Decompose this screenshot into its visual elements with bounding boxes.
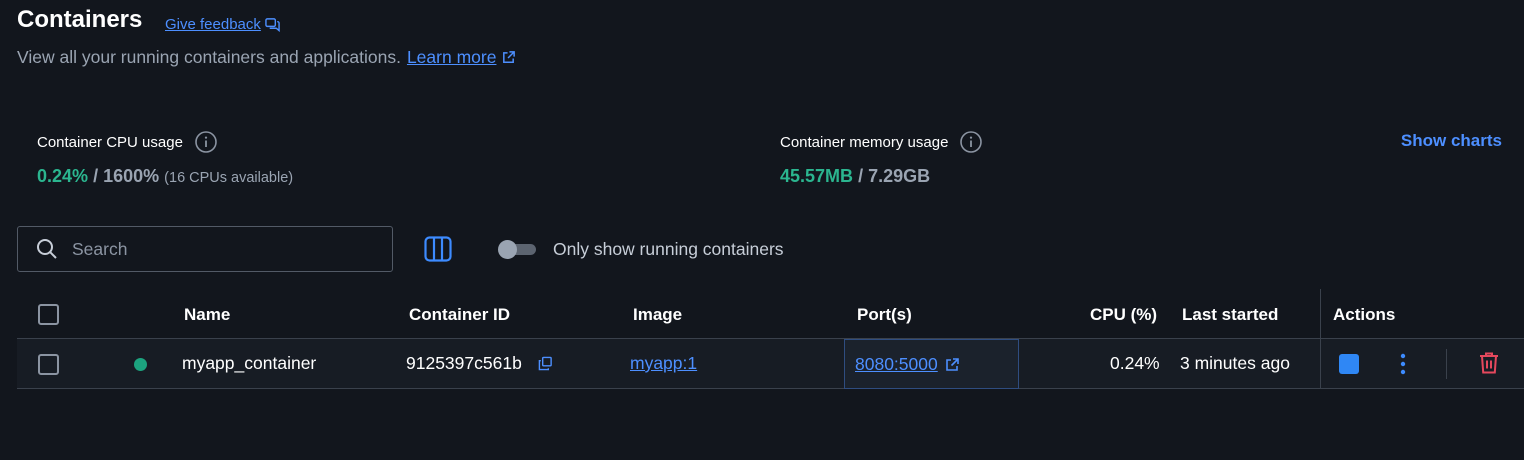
- cpu-usage-value: 0.24% / 1600% (16 CPUs available): [37, 166, 293, 187]
- column-header-last-started[interactable]: Last started: [1182, 305, 1278, 325]
- subtitle-text: View all your running containers and app…: [17, 47, 401, 67]
- info-icon[interactable]: [195, 131, 217, 153]
- external-link-icon: [945, 357, 959, 371]
- external-link-icon: [503, 51, 516, 63]
- memory-usage-value: 45.57MB / 7.29GB: [780, 166, 930, 187]
- give-feedback-link[interactable]: Give feedback: [165, 16, 280, 33]
- containers-page: Containers Give feedback View all your r…: [0, 0, 1524, 460]
- stop-button[interactable]: [1339, 354, 1359, 374]
- column-header-image[interactable]: Image: [633, 305, 682, 325]
- cpu-percent: 0.24%: [1110, 353, 1160, 373]
- actions-divider: [1446, 349, 1447, 379]
- info-icon[interactable]: [960, 131, 983, 153]
- memory-total: 7.29GB: [868, 166, 931, 186]
- port-cell: 8080:5000: [844, 339, 1019, 389]
- table-header: Name Container ID Image Port(s) CPU (%) …: [17, 289, 1524, 339]
- learn-more-label: Learn more: [406, 47, 497, 67]
- memory-usage-label: Container memory usage: [780, 131, 983, 153]
- cpu-note: (16 CPUs available): [164, 170, 294, 186]
- show-charts-button[interactable]: Show charts: [1401, 131, 1502, 151]
- row-checkbox[interactable]: [38, 354, 59, 375]
- search-icon: [37, 239, 57, 259]
- running-only-toggle[interactable]: [498, 240, 536, 259]
- memory-used: 45.57MB: [780, 166, 854, 186]
- trash-icon[interactable]: [1478, 351, 1500, 375]
- column-header-container-id[interactable]: Container ID: [409, 305, 510, 325]
- running-only-label: Only show running containers: [553, 239, 784, 259]
- cpu-total: 1600%: [103, 166, 160, 186]
- memory-usage-label-text: Container memory usage: [780, 133, 949, 151]
- more-vert-icon[interactable]: [1397, 352, 1409, 376]
- select-all-checkbox[interactable]: [38, 304, 59, 325]
- learn-more-link[interactable]: Learn more: [407, 47, 517, 68]
- container-name[interactable]: myapp_container: [182, 353, 316, 374]
- search-box[interactable]: [17, 226, 393, 272]
- image-link[interactable]: myapp:1: [630, 353, 697, 374]
- search-input[interactable]: [72, 238, 372, 260]
- actions-column-divider: [1320, 289, 1321, 389]
- container-id-cell: 9125397c561b: [406, 353, 553, 374]
- status-running-indicator: [134, 358, 147, 371]
- memory-separator: /: [858, 166, 864, 186]
- container-id: 9125397c561b: [406, 353, 522, 373]
- copy-icon[interactable]: [538, 356, 553, 371]
- give-feedback-label: Give feedback: [165, 16, 261, 33]
- column-header-ports[interactable]: Port(s): [857, 305, 912, 325]
- table-row[interactable]: myapp_container 9125397c561b myapp:1 808…: [17, 339, 1524, 389]
- columns-icon[interactable]: [424, 236, 452, 262]
- port-link[interactable]: 8080:5000: [855, 354, 960, 375]
- cpu-separator: /: [93, 166, 99, 186]
- column-header-name[interactable]: Name: [184, 305, 230, 325]
- page-subtitle: View all your running containers and app…: [17, 47, 516, 68]
- column-header-actions: Actions: [1333, 305, 1396, 324]
- column-header-cpu[interactable]: CPU (%): [1090, 305, 1157, 325]
- cpu-usage-label-text: Container CPU usage: [37, 133, 183, 151]
- feedback-icon: [265, 18, 280, 32]
- cpu-usage-label: Container CPU usage: [37, 131, 217, 153]
- toggle-knob: [498, 240, 517, 259]
- page-title: Containers: [17, 6, 143, 33]
- last-started: 3 minutes ago: [1180, 353, 1290, 373]
- port-value: 8080:5000: [855, 354, 938, 374]
- cpu-used: 0.24%: [37, 166, 89, 186]
